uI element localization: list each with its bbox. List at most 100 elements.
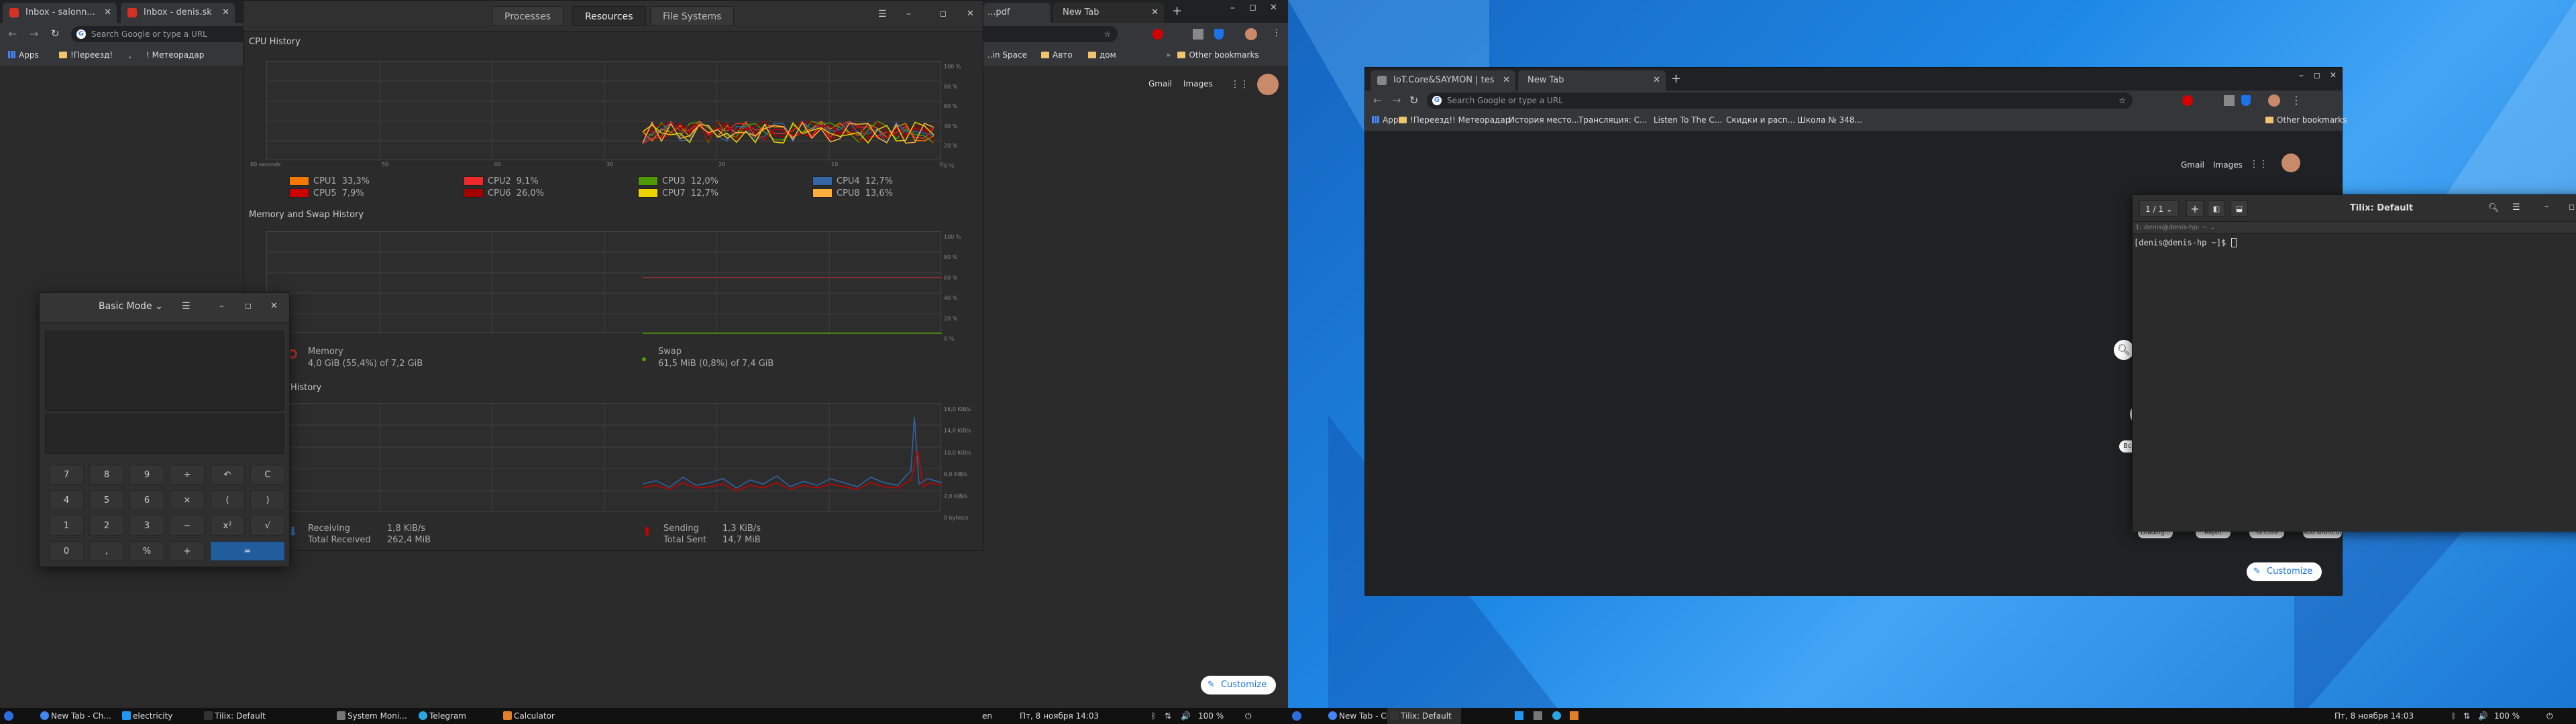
calc-key[interactable]: 1 [49,516,84,536]
images-link[interactable]: Images [1183,79,1213,88]
calc-key[interactable]: 5 [89,490,124,510]
cpu-color-swatch[interactable] [638,176,658,186]
calc-key[interactable]: √ [250,516,285,536]
cpu-color-swatch[interactable] [289,176,309,186]
hamburger-menu-icon[interactable]: ☰ [182,301,191,312]
calc-key[interactable]: % [129,541,164,561]
cpu-color-swatch[interactable] [289,188,309,198]
tab-processes[interactable]: Processes [492,6,564,26]
close-window-icon[interactable]: ✕ [1270,3,1277,13]
calc-key[interactable]: 2 [89,516,124,536]
shield-icon[interactable] [1214,29,1224,40]
maximize-icon[interactable]: ◻ [2569,202,2575,211]
telegram-icon[interactable] [1552,711,1561,720]
power-icon[interactable]: ⏻ [2546,711,2553,721]
bluetooth-icon[interactable]: ᛒ [2451,711,2456,721]
calc-key[interactable]: 8 [89,465,124,485]
bookmark-auto[interactable]: Авто [1041,50,1073,60]
bookmark-listen[interactable]: Listen To The C... [1654,115,1722,125]
calc-key[interactable]: C [250,465,285,485]
extension-icon[interactable] [1193,29,1203,40]
avatar[interactable] [1257,74,1279,95]
calc-key[interactable]: ↶ [210,465,245,485]
cpu-legend-item[interactable]: CPU5 7,9% [289,188,364,198]
bookmark-home[interactable]: дом [1088,50,1116,60]
extension-icon[interactable] [2224,95,2235,106]
calc-key[interactable]: ( [210,490,245,510]
chrome-tab-inbox-1[interactable]: Inbox - salonn... ✕ [3,3,117,23]
cpu-color-swatch[interactable] [464,176,484,186]
cpu-color-swatch[interactable] [812,176,833,186]
taskbar-calculator[interactable]: Calculator [500,708,574,724]
star-icon[interactable]: ☆ [2118,93,2126,109]
gmail-link[interactable]: Gmail [1148,79,1172,88]
minimize-icon[interactable]: – [219,301,224,312]
close-icon[interactable]: ✕ [1653,70,1660,90]
bookmark-other[interactable]: Other bookmarks [2265,115,2347,125]
new-tab-icon[interactable]: + [1172,4,1182,18]
taskbar-system-monitor[interactable]: System Moni... [334,708,408,724]
avatar[interactable] [1245,28,1257,40]
calculator-icon[interactable] [1570,711,1578,720]
cpu-color-swatch[interactable] [464,188,484,198]
apps-grid-icon[interactable]: ⋮⋮ [2249,159,2268,170]
bookmark-in-space[interactable]: ..in Space [987,50,1027,60]
calc-key[interactable]: 9 [129,465,164,485]
back-icon[interactable]: ← [8,27,17,40]
bookmark-pereezd[interactable]: !Переезд! [59,50,113,60]
adblock-icon[interactable] [2182,95,2193,106]
add-session-icon[interactable]: + [2186,200,2204,217]
calc-key[interactable]: 3 [129,516,164,536]
bookmark-translation[interactable]: Трансляция: С... [1578,115,1648,125]
avatar[interactable] [2268,95,2280,107]
calculator-entry[interactable] [45,414,284,454]
minimize-icon[interactable]: – [2544,202,2549,212]
apps-grid-icon[interactable]: ⋮⋮ [1230,79,1249,90]
calc-key[interactable]: , [89,541,124,561]
start-menu-icon[interactable] [4,711,13,721]
close-icon[interactable]: ✕ [222,3,229,23]
images-link[interactable]: Images [2213,160,2243,170]
bookmark-other[interactable]: » Other bookmarks [1166,50,1259,60]
cpu-legend-item[interactable]: CPU6 26,0% [464,188,544,198]
reload-icon[interactable]: ↻ [1409,94,1418,107]
bookmark-apps[interactable]: Apps [1372,115,1403,125]
chrome-tab-new-tab[interactable]: New Tab ✕ [1053,3,1164,23]
cpu-color-swatch[interactable] [812,188,833,198]
split-right-icon[interactable]: ◧ [2208,200,2225,217]
keyboard-layout[interactable]: en [982,711,992,721]
close-icon[interactable]: ✕ [1503,70,1510,90]
clock[interactable]: Пт, 8 ноября 14:03 [1020,711,1099,721]
taskbar-electricity[interactable]: electricity [119,708,193,724]
maximize-icon[interactable]: ◻ [2314,70,2320,80]
minimize-icon[interactable]: – [906,9,911,19]
kebab-menu-icon[interactable]: ⋮ [1272,27,1281,38]
clock[interactable]: Пт, 8 ноября 14:03 [2334,711,2414,721]
taskbar-chrome[interactable]: New Tab - Ch... [38,708,111,724]
power-icon[interactable]: ⏻ [1245,711,1252,721]
taskbar-tilix[interactable]: Tilix: Default [1387,708,1461,724]
tab-file-systems[interactable]: File Systems [650,6,735,26]
kebab-menu-icon[interactable]: ⋮ [2291,94,2302,107]
back-icon[interactable]: ← [1373,94,1382,107]
calc-key[interactable]: + [170,541,205,561]
network-icon[interactable]: ⇅ [2463,711,2470,721]
calc-key[interactable]: 6 [129,490,164,510]
close-window-icon[interactable]: ✕ [2330,70,2337,80]
cpu-legend-item[interactable]: CPU7 12,7% [638,188,718,198]
reload-icon[interactable]: ↻ [51,27,60,40]
terminal-area[interactable]: [denis@denis-hp ~]$ [2133,234,2576,532]
calc-key[interactable]: 0 [49,541,84,561]
bookmark-apps[interactable]: Apps [8,50,39,60]
bookmark-comma[interactable]: , [1443,115,1446,125]
forward-icon[interactable]: → [1392,94,1401,107]
omnibox[interactable]: G Search Google or type a URL ☆ [1427,93,2133,109]
network-icon[interactable]: ⇅ [1165,711,1171,721]
chrome-tab-iot[interactable]: IoT.Core&SAYMON | tes ✕ [1371,70,1515,90]
maximize-icon[interactable]: ◻ [1249,3,1256,13]
calc-key[interactable]: ÷ [170,465,205,485]
session-switcher[interactable]: 1 / 1 ⌄ [2139,200,2179,217]
maximize-icon[interactable]: ◻ [245,301,252,310]
cpu-color-swatch[interactable] [638,188,658,198]
customize-button[interactable]: ✎ Customize [1201,676,1277,695]
